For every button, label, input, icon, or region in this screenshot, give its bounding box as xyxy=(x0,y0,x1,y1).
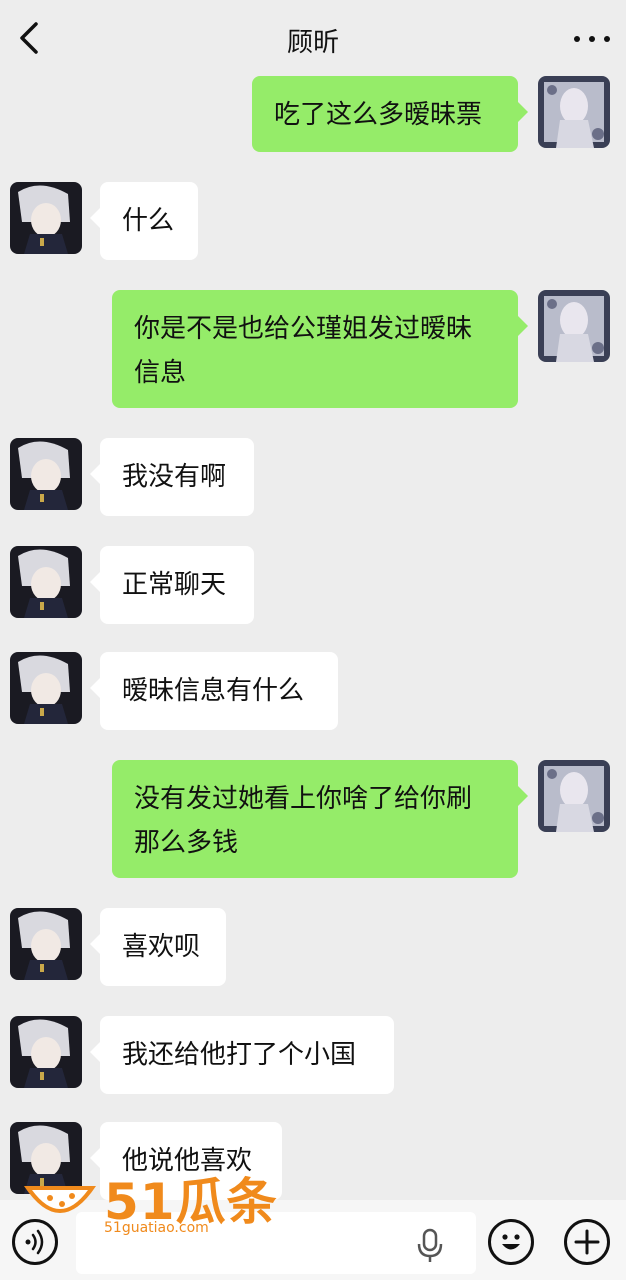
message-text: 吃了这么多暧昧票 xyxy=(274,100,483,130)
avatar-self[interactable] xyxy=(538,76,610,148)
message-text: 正常聊天 xyxy=(122,570,227,600)
message-text-line: 那么多钱 xyxy=(134,828,239,858)
avatar-contact[interactable] xyxy=(10,182,82,254)
avatar-self[interactable] xyxy=(538,760,610,832)
message-text-line: 信息 xyxy=(134,358,187,388)
avatar-contact[interactable] xyxy=(10,1016,82,1088)
message-text: 什么 xyxy=(122,206,175,236)
message-bubble-incoming[interactable]: 我没有啊 xyxy=(90,438,254,516)
message-text-line: 你是不是也给公瑾姐发过暧昧 xyxy=(134,314,473,344)
message-bubble-incoming[interactable]: 暧昧信息有什么 xyxy=(90,652,338,730)
message-text: 我还给他打了个小国 xyxy=(122,1040,357,1070)
emoji-button[interactable] xyxy=(488,1219,534,1265)
avatar-contact[interactable] xyxy=(10,908,82,980)
avatar-contact[interactable] xyxy=(10,438,82,510)
message-text: 暧昧信息有什么 xyxy=(122,676,305,706)
plus-icon xyxy=(574,1229,600,1255)
message-bubble-incoming[interactable]: 正常聊天 xyxy=(90,546,254,624)
chat-header: 顾昕 xyxy=(0,0,626,76)
message-text: 喜欢呗 xyxy=(122,932,201,962)
more-button[interactable] xyxy=(572,22,612,54)
emoji-icon xyxy=(502,1234,520,1250)
avatar-contact[interactable] xyxy=(10,546,82,618)
message-bubble-incoming[interactable]: 喜欢呗 xyxy=(90,908,226,986)
message-bubble-incoming[interactable]: 我还给他打了个小国 xyxy=(90,1016,394,1094)
avatar-contact[interactable] xyxy=(10,652,82,724)
message-bubble-outgoing[interactable]: 没有发过她看上你啥了给你刷 那么多钱 xyxy=(112,760,528,878)
message-text: 我没有啊 xyxy=(122,462,227,492)
chat-title: 顾昕 xyxy=(286,28,339,58)
message-bubble-outgoing[interactable]: 你是不是也给公瑾姐发过暧昧 信息 xyxy=(112,290,528,408)
watermark: 51瓜条 51guatiao.com xyxy=(20,1160,277,1240)
more-dots-icon xyxy=(574,36,580,42)
message-bubble-incoming[interactable]: 什么 xyxy=(90,182,198,260)
message-text-line: 没有发过她看上你啥了给你刷 xyxy=(134,784,473,814)
more-functions-button[interactable] xyxy=(564,1219,610,1265)
microphone-icon[interactable] xyxy=(414,1228,446,1264)
watermelon-logo-icon xyxy=(24,1186,96,1213)
watermark-url: 51guatiao.com xyxy=(104,1220,209,1236)
message-bubble-outgoing[interactable]: 吃了这么多暧昧票 xyxy=(252,76,528,152)
avatar-self[interactable] xyxy=(538,290,610,362)
